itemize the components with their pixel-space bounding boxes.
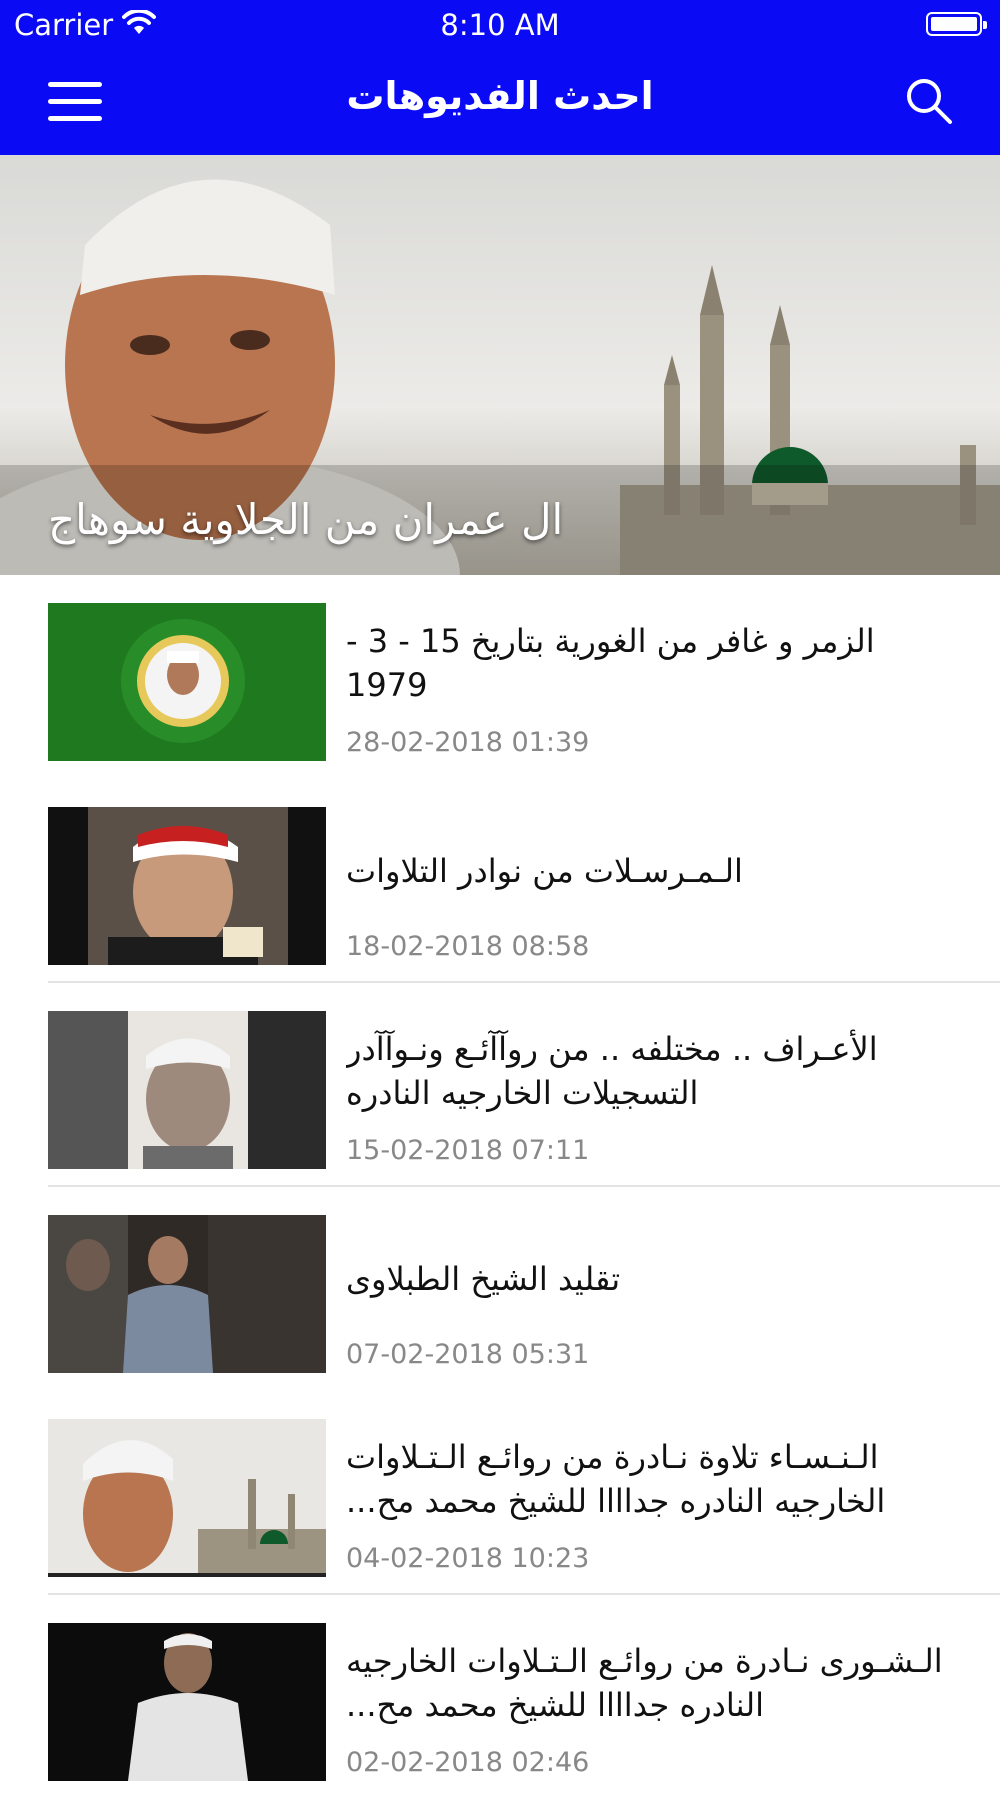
video-title: الـنـسـاء تلاوة نـادرة من روائـع الـتـلا…	[346, 1438, 886, 1520]
video-thumbnail[interactable]	[48, 1011, 326, 1169]
list-item[interactable]: الأعـراف .. مختلفه .. من روآآئـع ونـوآآد…	[0, 983, 1000, 1187]
list-item[interactable]: الـمـرسـلات من نوادر التلاوات 18-02-2018…	[0, 779, 1000, 983]
navigation-bar: احدث الفديوهات	[0, 50, 1000, 155]
video-thumbnail[interactable]	[48, 1215, 326, 1373]
search-icon[interactable]	[904, 76, 954, 126]
video-date: 07-02-2018 05:31	[346, 1339, 590, 1370]
list-item[interactable]: الزمر و غافر من الغورية بتاريخ 15 - 3 - …	[0, 575, 1000, 779]
video-date: 18-02-2018 08:58	[346, 931, 590, 962]
video-title: الزمر و غافر من الغورية بتاريخ 15 - 3 - …	[346, 622, 875, 704]
video-date: 04-02-2018 10:23	[346, 1543, 590, 1574]
video-thumbnail[interactable]	[48, 1623, 326, 1781]
video-date: 28-02-2018 01:39	[346, 727, 590, 758]
video-title: الـشـورى نـادرة من روائـع الـتـلاوات الخ…	[346, 1642, 943, 1724]
list-item[interactable]: الـشـورى نـادرة من روائـع الـتـلاوات الخ…	[0, 1595, 1000, 1799]
list-item[interactable]: الـنـسـاء تلاوة نـادرة من روائـع الـتـلا…	[0, 1391, 1000, 1595]
video-thumbnail[interactable]	[48, 807, 326, 965]
video-date: 15-02-2018 07:11	[346, 1135, 590, 1166]
status-time: 8:10 AM	[440, 8, 560, 42]
video-title: الـمـرسـلات من نوادر التلاوات	[346, 852, 743, 890]
video-title: تقليد الشيخ الطبلاوى	[346, 1260, 621, 1298]
list-item[interactable]: تقليد الشيخ الطبلاوى 07-02-2018 05:31	[0, 1187, 1000, 1391]
status-bar: Carrier 8:10 AM	[0, 0, 1000, 50]
video-date: 02-02-2018 02:46	[346, 1747, 590, 1778]
featured-video[interactable]: ال عمران من الجلاوية سوهاج	[0, 155, 1000, 575]
video-thumbnail[interactable]	[48, 603, 326, 761]
video-title: الأعـراف .. مختلفه .. من روآآئـع ونـوآآد…	[346, 1030, 878, 1112]
page-title: احدث الفديوهات	[346, 74, 654, 118]
featured-title: ال عمران من الجلاوية سوهاج	[48, 495, 564, 544]
battery-icon	[926, 12, 987, 36]
video-thumbnail[interactable]	[48, 1419, 326, 1577]
